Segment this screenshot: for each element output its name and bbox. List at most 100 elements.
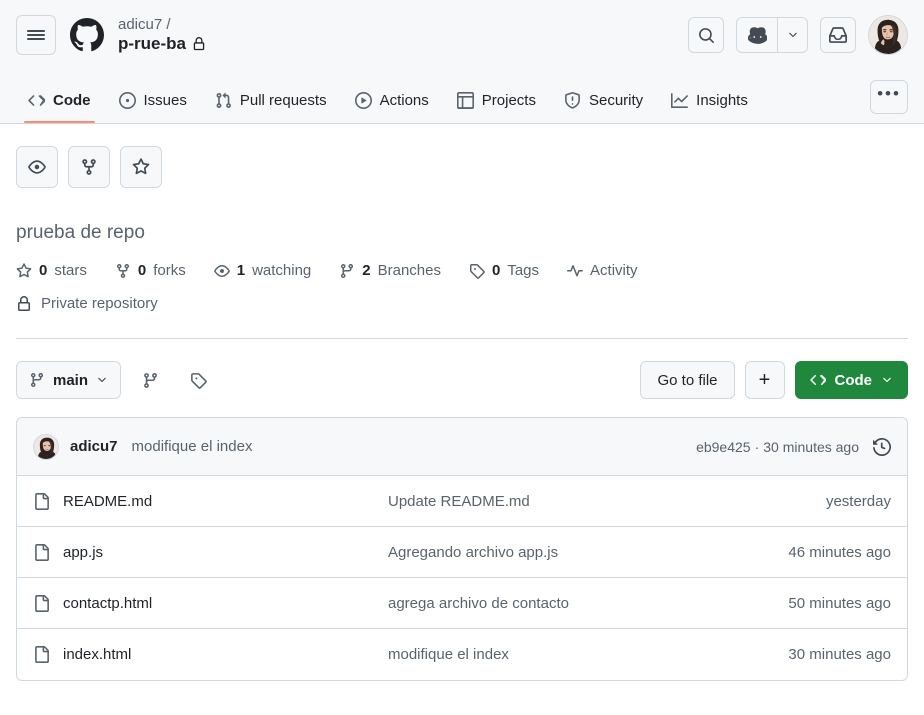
file-name-cell: index.html xyxy=(33,646,388,663)
stat-label: Tags xyxy=(507,262,540,279)
history-icon[interactable] xyxy=(873,437,891,456)
repo-name-link[interactable]: p-rue-ba xyxy=(118,34,186,54)
tab-security[interactable]: Security xyxy=(552,77,655,123)
commit-author-name[interactable]: adicu7 xyxy=(70,438,118,455)
tag-icon xyxy=(190,372,207,389)
star-icon xyxy=(132,158,150,176)
file-commit-time: 30 minutes ago xyxy=(788,646,891,663)
file-commit-message[interactable]: Update README.md xyxy=(388,493,891,510)
stat-stars[interactable]: 0 stars xyxy=(16,262,87,279)
repo-action-buttons xyxy=(16,124,908,188)
copilot-button[interactable] xyxy=(737,18,777,52)
file-icon xyxy=(33,646,50,663)
table-row[interactable]: index.html modifique el index 30 minutes… xyxy=(17,629,907,680)
eye-icon xyxy=(213,263,230,279)
hamburger-icon xyxy=(27,28,45,42)
file-name[interactable]: app.js xyxy=(63,544,103,561)
stat-forks[interactable]: 0 forks xyxy=(115,262,186,279)
file-icon xyxy=(33,594,50,612)
commit-meta: eb9e425 · 30 minutes ago xyxy=(696,437,891,456)
user-avatar[interactable] xyxy=(868,15,908,55)
stat-watching[interactable]: 1 watching xyxy=(213,262,312,279)
stat-label: Activity xyxy=(590,262,638,279)
copilot-split-button[interactable] xyxy=(736,17,808,53)
watch-button[interactable] xyxy=(16,146,58,188)
file-commit-time: yesterday xyxy=(825,492,891,510)
file-toolbar: main Go to file + Code xyxy=(16,339,908,399)
tab-insights[interactable]: Insights xyxy=(659,77,760,123)
file-icon xyxy=(33,543,50,561)
tab-actions[interactable]: Actions xyxy=(343,77,441,123)
tab-pull-requests[interactable]: Pull requests xyxy=(203,77,339,123)
lock-icon xyxy=(16,295,32,312)
code-button-label: Code xyxy=(834,371,873,389)
tab-label: Pull requests xyxy=(239,91,327,109)
copilot-icon xyxy=(747,26,767,45)
branches-link[interactable] xyxy=(131,361,169,399)
search-button[interactable] xyxy=(688,17,724,53)
tab-projects[interactable]: Projects xyxy=(445,77,548,123)
file-name[interactable]: README.md xyxy=(63,493,152,510)
search-icon xyxy=(698,27,715,44)
commit-hash[interactable]: eb9e425 xyxy=(696,439,751,455)
file-name[interactable]: contactp.html xyxy=(63,595,152,612)
stat-branches[interactable]: 2 Branches xyxy=(339,262,441,279)
commit-message[interactable]: modifique el index xyxy=(132,438,253,455)
commit-separator: · xyxy=(754,438,760,455)
privacy-label: Private repository xyxy=(41,295,158,312)
chevron-down-icon xyxy=(96,374,108,386)
tag-icon xyxy=(469,263,485,279)
stat-count: 0 xyxy=(39,262,48,279)
table-row[interactable]: app.js Agregando archivo app.js 46 minut… xyxy=(17,527,907,578)
branch-selector-button[interactable]: main xyxy=(16,361,122,399)
header-actions xyxy=(688,0,908,70)
issue-opened-icon xyxy=(118,91,136,109)
stat-count: 1 xyxy=(236,262,246,279)
repo-forked-icon xyxy=(115,263,131,279)
file-commit-time: 46 minutes ago xyxy=(788,543,891,561)
tab-code[interactable]: Code xyxy=(16,77,103,123)
file-name[interactable]: index.html xyxy=(63,646,131,663)
file-commit-time: 50 minutes ago xyxy=(788,594,891,612)
tab-label: Code xyxy=(53,91,91,109)
stat-label: forks xyxy=(153,262,186,279)
notifications-inbox-button[interactable] xyxy=(820,17,856,53)
repo-body: prueba de repo 0 stars 0 forks 1 watchin… xyxy=(0,124,924,681)
code-icon xyxy=(28,92,45,109)
go-to-file-button[interactable]: Go to file xyxy=(640,361,735,399)
star-button[interactable] xyxy=(120,146,162,188)
lock-icon xyxy=(192,37,206,51)
tags-link[interactable] xyxy=(179,361,217,399)
graph-icon xyxy=(671,92,689,109)
copilot-dropdown-button[interactable] xyxy=(777,18,807,52)
add-file-button[interactable]: + xyxy=(744,361,785,399)
nav-overflow-button[interactable]: ••• xyxy=(870,80,908,114)
tab-issues[interactable]: Issues xyxy=(107,77,199,123)
chevron-down-icon xyxy=(881,374,893,386)
github-repo-page: adicu7 / p-rue-ba Code Issues Pull reque… xyxy=(0,0,924,715)
privacy-status: Private repository xyxy=(16,279,908,312)
eye-icon xyxy=(28,158,46,176)
fork-button[interactable] xyxy=(68,146,110,188)
code-icon xyxy=(809,372,826,388)
stat-tags[interactable]: 0 Tags xyxy=(469,262,539,279)
git-branch-icon xyxy=(29,372,45,388)
latest-commit-bar: adicu7 modifique el index eb9e425 · 30 m… xyxy=(17,418,907,476)
table-row[interactable]: README.md Update README.md yesterday xyxy=(17,476,907,527)
git-pull-request-icon xyxy=(215,92,232,109)
file-name-cell: README.md xyxy=(33,492,388,510)
git-branch-icon xyxy=(339,263,355,279)
table-row[interactable]: contactp.html agrega archivo de contacto… xyxy=(17,578,907,629)
pulse-icon xyxy=(567,263,584,279)
tab-label: Insights xyxy=(696,91,748,109)
github-mark-icon[interactable] xyxy=(70,18,104,52)
commit-author-avatar[interactable] xyxy=(33,433,59,460)
code-download-button[interactable]: Code xyxy=(794,361,908,399)
tab-label: Actions xyxy=(379,91,429,109)
stat-label: watching xyxy=(252,262,312,279)
hamburger-menu-button[interactable] xyxy=(16,15,56,55)
stat-activity[interactable]: Activity xyxy=(567,262,638,279)
repo-owner-link[interactable]: adicu7 / xyxy=(118,16,206,33)
repo-forked-icon xyxy=(80,158,98,176)
table-icon xyxy=(456,91,474,109)
